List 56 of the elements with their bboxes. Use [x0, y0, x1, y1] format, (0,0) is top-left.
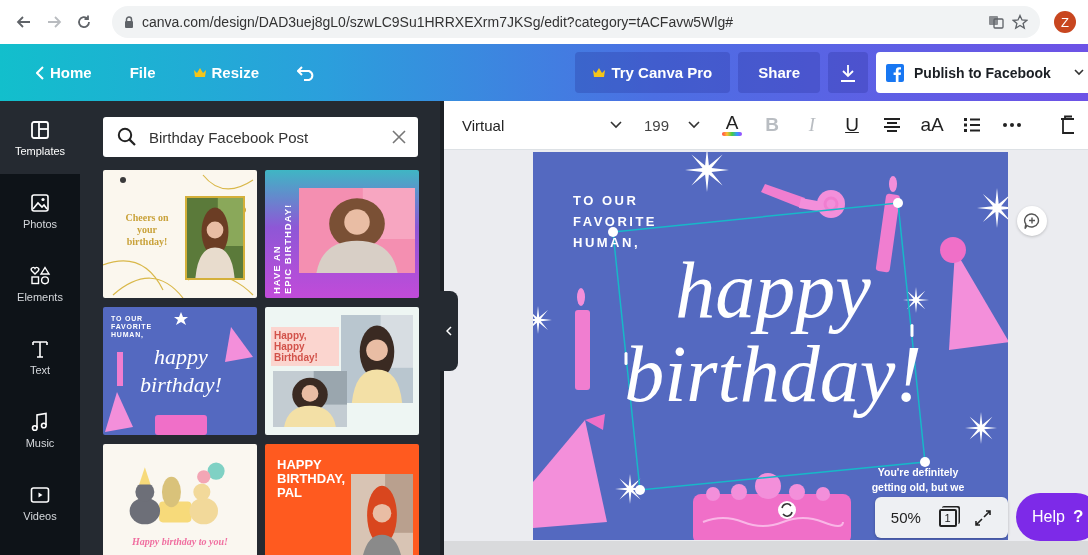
font-dropdown[interactable]: Virtual	[462, 108, 628, 142]
help-button[interactable]: Help ?	[1016, 493, 1088, 541]
template-title: happy birthday!	[139, 343, 223, 399]
trash-icon[interactable]	[1060, 115, 1074, 135]
template-title: Happy, Happy Birthday!	[271, 327, 339, 366]
letter-case-button[interactable]: aA	[912, 108, 952, 142]
back-arrow-icon[interactable]	[16, 14, 32, 30]
search-field[interactable]: Birthday Facebook Post	[103, 117, 418, 157]
profile-avatar[interactable]: Z	[1054, 11, 1076, 33]
page-count-button[interactable]: 1	[938, 508, 957, 527]
crown-icon	[193, 67, 206, 78]
chevron-down-icon	[610, 121, 622, 129]
star-icon[interactable]	[1012, 14, 1028, 30]
comment-plus-icon	[1023, 212, 1041, 230]
translate-icon[interactable]	[988, 14, 1004, 30]
publish-button[interactable]: Publish to Facebook	[876, 52, 1088, 93]
align-center-icon	[883, 117, 901, 133]
template-title: HAVE AN EPIC BIRTHDAY!	[271, 202, 293, 294]
try-pro-button[interactable]: Try Canva Pro	[575, 52, 731, 93]
template-title: Happy birthday to you!	[131, 536, 229, 547]
more-icon	[1003, 123, 1021, 127]
address-bar[interactable]: canva.com/design/DAD3uej8gL0/szwLC9Su1HRRXEXrm7JKSg/edit?category=tACFavw5Wlg#	[112, 6, 1040, 38]
lock-icon	[124, 16, 134, 28]
template-card[interactable]: HAVE AN EPIC BIRTHDAY!	[265, 170, 419, 298]
add-comment-button[interactable]	[1017, 206, 1047, 236]
sidebar-tab[interactable]: Templates	[0, 101, 80, 174]
zoom-level-button[interactable]: 50%	[888, 507, 923, 528]
reload-icon[interactable]	[76, 14, 92, 30]
text-style-button[interactable]: U	[832, 108, 872, 142]
horizontal-scrollbar[interactable]	[444, 541, 1088, 555]
template-title: HAPPY BIRTHDAY, PAL	[277, 458, 347, 500]
chevron-down-icon	[688, 121, 700, 129]
elements-icon	[29, 264, 51, 287]
list-icon	[963, 117, 981, 133]
back-chevron-icon	[36, 65, 44, 80]
chevron-left-icon	[446, 326, 452, 336]
search-icon	[117, 127, 137, 147]
share-button[interactable]: Share	[738, 52, 820, 93]
template-card[interactable]: HAPPY BIRTHDAY, PAL	[265, 444, 419, 555]
chevron-down-icon	[1074, 69, 1084, 76]
download-icon	[839, 63, 857, 82]
templates-icon	[29, 118, 51, 141]
text-color-button[interactable]: A	[712, 108, 752, 142]
url-text: canva.com/design/DAD3uej8gL0/szwLC9Su1HRRXEXrm7JKSg/edit?category=tACFavw5Wlg#	[142, 14, 733, 30]
photos-icon	[29, 191, 51, 214]
search-input[interactable]: Birthday Facebook Post	[147, 127, 382, 147]
crown-icon	[593, 67, 606, 78]
download-button[interactable]	[828, 52, 868, 93]
template-title: Cheers on your birthday!	[124, 212, 170, 248]
clear-icon[interactable]	[392, 130, 406, 144]
rotate-handle[interactable]	[778, 501, 796, 519]
font-size-dropdown[interactable]: 199	[644, 108, 700, 142]
message-text[interactable]: You're definitely getting old, but we	[861, 465, 975, 495]
expand-icon	[974, 508, 993, 527]
collapse-panel-handle[interactable]	[440, 291, 458, 371]
facebook-icon	[886, 63, 904, 82]
